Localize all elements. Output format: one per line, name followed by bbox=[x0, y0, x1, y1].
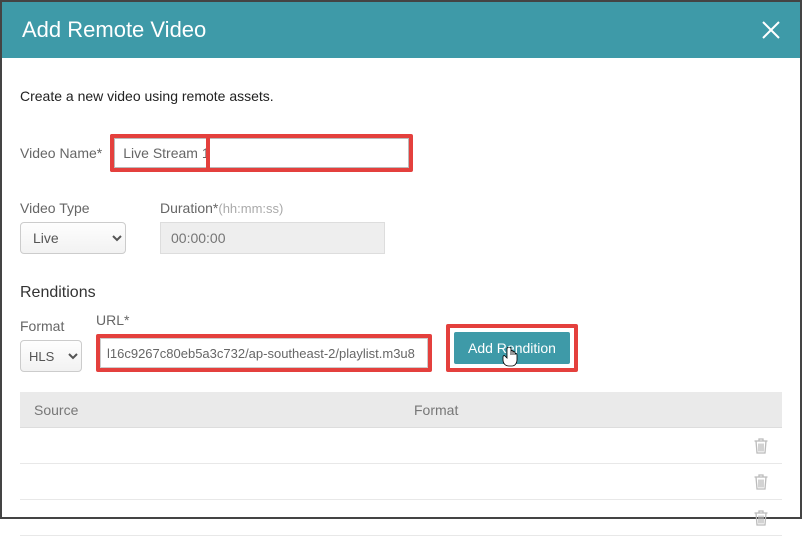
add-rendition-button[interactable]: Add Rendition bbox=[454, 332, 570, 364]
format-select[interactable]: HLS bbox=[20, 340, 82, 372]
col-format: Format bbox=[414, 402, 768, 418]
table-row bbox=[20, 500, 782, 536]
video-type-label: Video Type bbox=[20, 200, 126, 216]
modal-header: Add Remote Video bbox=[2, 2, 800, 58]
duration-hint: (hh:mm:ss) bbox=[218, 201, 283, 216]
type-duration-row: Video Type Live Duration*(hh:mm:ss) bbox=[20, 200, 782, 254]
close-icon[interactable] bbox=[762, 17, 780, 43]
renditions-table-header: Source Format bbox=[20, 392, 782, 428]
add-rendition-highlight: Add Rendition bbox=[446, 324, 578, 372]
col-source: Source bbox=[34, 402, 414, 418]
trash-icon[interactable] bbox=[754, 474, 768, 490]
duration-col: Duration*(hh:mm:ss) bbox=[160, 200, 385, 254]
video-type-select[interactable]: Live bbox=[20, 222, 126, 254]
trash-icon[interactable] bbox=[754, 510, 768, 526]
format-col: Format HLS bbox=[20, 318, 82, 372]
duration-input bbox=[160, 222, 385, 254]
format-label: Format bbox=[20, 318, 82, 334]
renditions-title: Renditions bbox=[20, 284, 782, 302]
url-col: URL* bbox=[96, 312, 432, 372]
table-row bbox=[20, 464, 782, 500]
video-name-label: Video Name* bbox=[20, 145, 102, 161]
video-name-row: Video Name* bbox=[20, 134, 782, 172]
video-name-highlight bbox=[110, 134, 413, 172]
duration-label: Duration*(hh:mm:ss) bbox=[160, 200, 385, 216]
modal-title: Add Remote Video bbox=[22, 17, 206, 43]
trash-icon[interactable] bbox=[754, 438, 768, 454]
url-input[interactable] bbox=[100, 338, 428, 368]
intro-text: Create a new video using remote assets. bbox=[20, 88, 782, 104]
url-label: URL* bbox=[96, 312, 432, 328]
video-name-input[interactable] bbox=[114, 138, 409, 168]
video-type-col: Video Type Live bbox=[20, 200, 126, 254]
modal-body: Create a new video using remote assets. … bbox=[2, 58, 800, 536]
renditions-row: Format HLS URL* Add Rendition bbox=[20, 312, 782, 372]
table-row bbox=[20, 428, 782, 464]
duration-label-text: Duration* bbox=[160, 200, 218, 216]
url-highlight bbox=[96, 334, 432, 372]
